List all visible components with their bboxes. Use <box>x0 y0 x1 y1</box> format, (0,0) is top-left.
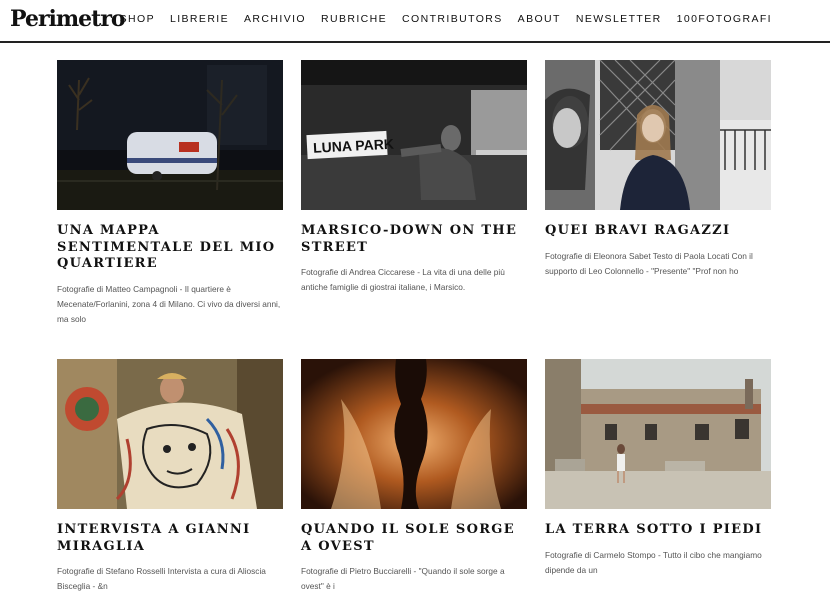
article-title[interactable]: QUANDO IL SOLE SORGE A OVEST <box>301 522 527 555</box>
main-nav: SHOP LIBRERIE ARCHIVIO RUBRICHE CONTRIBU… <box>120 13 772 25</box>
article-title[interactable]: UNA MAPPA SENTIMENTALE DEL MIO QUARTIERE <box>57 223 283 273</box>
site-logo[interactable]: Perimetro <box>10 6 126 32</box>
article-excerpt: Fotografie di Carmelo Stompo - Tutto il … <box>545 549 762 575</box>
artist-painting-photo[interactable] <box>57 359 283 509</box>
nav-rubriche[interactable]: RUBRICHE <box>321 13 387 25</box>
article-excerpt: Fotografie di Andrea Ciccarese - La vita… <box>301 267 505 292</box>
article-card[interactable]: UNA MAPPA SENTIMENTALE DEL MIO QUARTIERE… <box>57 60 283 327</box>
article-excerpt: Fotografie di Matteo Campagnoli - Il qua… <box>57 283 281 324</box>
article-excerpt: Fotografie di Eleonora Sabet Testo di Pa… <box>545 250 753 276</box>
article-excerpt: Fotografie di Stefano Rosselli Intervist… <box>57 566 266 591</box>
nav-contributors[interactable]: CONTRIBUTORS <box>402 13 503 25</box>
fire-silhouette-photo[interactable] <box>301 359 527 509</box>
two-girls-portrait-photo[interactable] <box>545 60 771 210</box>
nav-about[interactable]: ABOUT <box>518 13 561 25</box>
article-title[interactable]: INTERVISTA A GIANNI MIRAGLIA <box>57 522 283 555</box>
nav-100fotografi[interactable]: 100FOTOGRAFI <box>677 13 772 25</box>
article-card[interactable]: INTERVISTA A GIANNI MIRAGLIA Fotografie … <box>57 359 283 594</box>
article-excerpt: Fotografie di Pietro Bucciarelli - "Quan… <box>301 566 505 591</box>
article-card[interactable]: LUNA PARK MARSICO-DOWN ON THE STREET Fot… <box>301 60 527 295</box>
nav-archivio[interactable]: ARCHIVIO <box>244 13 306 25</box>
article-card[interactable]: LA TERRA SOTTO I PIEDI Fotografie di Car… <box>545 359 771 578</box>
night-caravan-photo[interactable] <box>57 60 283 210</box>
nav-newsletter[interactable]: NEWSLETTER <box>576 13 662 25</box>
nav-shop[interactable]: SHOP <box>120 13 155 25</box>
article-card[interactable]: QUANDO IL SOLE SORGE A OVEST Fotografie … <box>301 359 527 594</box>
site-header: Perimetro SHOP LIBRERIE ARCHIVIO RUBRICH… <box>0 0 830 43</box>
luna-park-truck-photo[interactable]: LUNA PARK <box>301 60 527 210</box>
article-card[interactable]: QUEI BRAVI RAGAZZI Fotografie di Eleonor… <box>545 60 771 279</box>
article-title[interactable]: MARSICO-DOWN ON THE STREET <box>301 223 527 256</box>
article-title[interactable]: QUEI BRAVI RAGAZZI <box>545 223 771 240</box>
village-girl-photo[interactable] <box>545 359 771 509</box>
article-title[interactable]: LA TERRA SOTTO I PIEDI <box>545 522 771 539</box>
nav-librerie[interactable]: LIBRERIE <box>170 13 229 25</box>
